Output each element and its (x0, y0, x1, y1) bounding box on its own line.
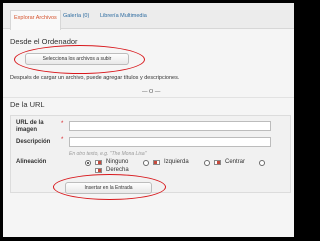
align-center-radio[interactable] (204, 160, 210, 166)
url-label: URL de la imagen (16, 120, 44, 133)
align-center-label: Centrar (225, 159, 246, 165)
align-none-radio[interactable] (85, 160, 91, 166)
align-right-icon (95, 168, 102, 173)
url-required-mark: * (61, 121, 64, 127)
insert-into-post-button[interactable]: Insertar en la Entrada (65, 182, 152, 194)
url-section-title: De la URL (10, 100, 45, 109)
tab-explorar-archivos[interactable]: Explorar Archivos (10, 10, 61, 30)
url-input[interactable] (69, 121, 271, 131)
align-left-icon (153, 160, 160, 165)
upload-files-button[interactable]: Selecciona los archivos a subir (25, 53, 129, 65)
align-left-label: Izquierda (164, 159, 189, 165)
align-none-label: Ninguno (106, 159, 129, 165)
alignment-label: Alineación (16, 159, 47, 165)
upload-hint-text: Después de cargar un archivo, puede agre… (10, 75, 180, 81)
align-center-icon (214, 160, 221, 165)
align-left-radio[interactable] (143, 160, 149, 166)
or-separator: — O — (142, 89, 161, 95)
align-none-icon (95, 160, 102, 165)
tab-galeria[interactable]: Galería (0) (63, 13, 89, 19)
description-input[interactable] (69, 137, 271, 147)
align-right-radio[interactable] (259, 160, 265, 166)
media-upload-dialog: Explorar Archivos Galería (0) Librería M… (2, 2, 295, 238)
align-right-label: Derecha (106, 167, 129, 173)
tab-libreria-multimedia[interactable]: Librería Multimedia (100, 13, 147, 19)
description-label: Descripción (16, 139, 51, 145)
section-divider (3, 97, 294, 98)
description-hint: En otro texto, e.g. "The Mona Lisa" (69, 151, 147, 157)
tab-bar: Explorar Archivos Galería (0) Librería M… (3, 3, 294, 30)
description-required-mark: * (61, 137, 64, 143)
